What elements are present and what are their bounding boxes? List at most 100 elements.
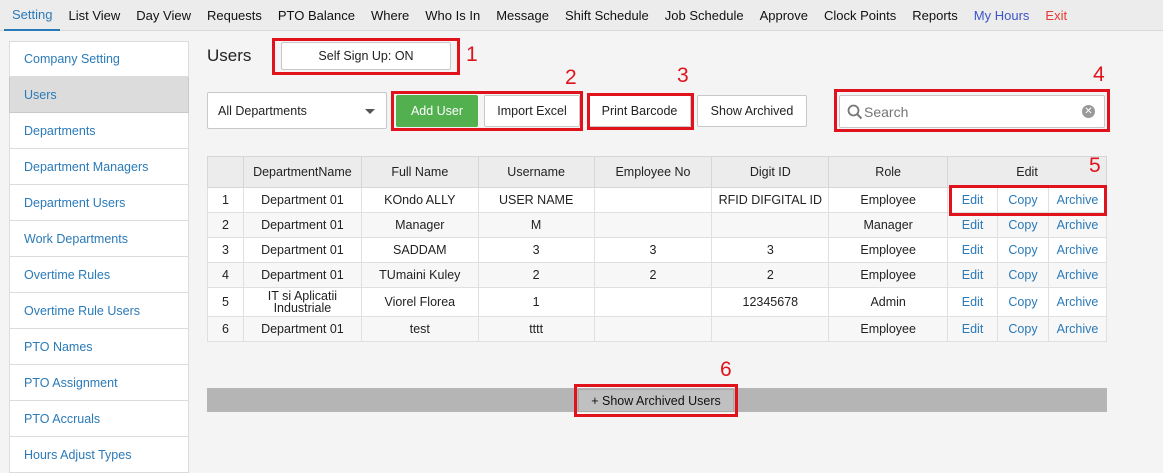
cell-num: 1 [207, 187, 244, 213]
nav-exit[interactable]: Exit [1037, 0, 1075, 31]
sidebar-item-work-departments[interactable]: Work Departments [9, 221, 189, 257]
edit-link[interactable]: Edit [947, 237, 999, 263]
nav-who-is-in[interactable]: Who Is In [417, 0, 488, 31]
archive-link[interactable]: Archive [1047, 237, 1108, 263]
cell-employee-no: 2 [593, 262, 713, 288]
cell-full-name: test [360, 316, 479, 342]
nav-clock-points[interactable]: Clock Points [816, 0, 904, 31]
cell-digit-id: RFID DIFGITAL ID [711, 187, 830, 213]
cell-full-name: SADDAM [360, 237, 479, 263]
sidebar-item-department-managers[interactable]: Department Managers [9, 149, 189, 185]
nav-setting[interactable]: Setting [4, 0, 61, 31]
table-header-row: DepartmentName Full Name Username Employee … [207, 156, 1107, 188]
cell-username: M [477, 212, 595, 238]
sidebar-item-overtime-rules[interactable]: Overtime Rules [9, 257, 189, 293]
copy-link[interactable]: Copy [997, 287, 1049, 317]
sidebar-item-pto-accruals[interactable]: PTO Accruals [9, 401, 189, 437]
cell-role: Employee [828, 237, 949, 263]
table-row: 5 IT si Aplicatii Industriale Viorel Flore… [207, 287, 1108, 317]
top-nav: Setting List View Day View Requests PTO Bala… [0, 0, 1163, 31]
nav-my-hours[interactable]: My Hours [966, 0, 1038, 31]
cell-employee-no: 3 [593, 237, 713, 263]
table-row: 3 Department 01 SADDAM 3 3 3 Employee Edit Copy A… [207, 237, 1108, 263]
cell-department: Department 01 [242, 187, 362, 213]
cell-department: Department 01 [242, 316, 362, 342]
nav-pto-balance[interactable]: PTO Balance [270, 0, 363, 31]
annotation-box-5 [949, 185, 1107, 216]
sidebar-item-pto-assignment[interactable]: PTO Assignment [9, 365, 189, 401]
sidebar-item-users[interactable]: Users [9, 77, 189, 113]
nav-shift-schedule[interactable]: Shift Schedule [557, 0, 657, 31]
cell-digit-id: 12345678 [711, 287, 830, 317]
settings-sidebar: Company Setting Users Departments Departmen… [9, 41, 189, 473]
archive-link[interactable]: Archive [1047, 316, 1108, 342]
column-header [207, 156, 244, 188]
annotation-box-3 [587, 93, 694, 130]
cell-full-name: KOndo ALLY [360, 187, 479, 213]
cell-role: Employee [828, 187, 949, 213]
cell-digit-id: 2 [711, 262, 830, 288]
table-row: 6 Department 01 test tttt Employee Edit Copy Ar… [207, 316, 1108, 342]
copy-link[interactable]: Copy [997, 316, 1049, 342]
sidebar-item-department-users[interactable]: Department Users [9, 185, 189, 221]
nav-job-schedule[interactable]: Job Schedule [657, 0, 752, 31]
cell-username: tttt [477, 316, 595, 342]
edit-link[interactable]: Edit [947, 212, 999, 238]
annotation-label-2: 2 [565, 66, 577, 89]
column-header: Role [828, 156, 949, 188]
nav-reports[interactable]: Reports [904, 0, 966, 31]
edit-link[interactable]: Edit [947, 287, 999, 317]
annotation-label-3: 3 [677, 64, 689, 87]
sidebar-item-hours-adjust-types[interactable]: Hours Adjust Types [9, 437, 189, 473]
annotation-label-4: 4 [1093, 63, 1105, 86]
cell-department: IT si Aplicatii Industriale [242, 287, 362, 317]
annotation-label-5: 5 [1089, 154, 1101, 177]
copy-link[interactable]: Copy [997, 212, 1049, 238]
archive-link[interactable]: Archive [1047, 262, 1108, 288]
cell-role: Manager [828, 212, 949, 238]
cell-role: Admin [828, 287, 949, 317]
cell-employee-no [593, 316, 713, 342]
cell-full-name: Viorel Florea [360, 287, 479, 317]
users-table: DepartmentName Full Name Username Employee … [207, 156, 1108, 342]
annotation-label-6: 6 [720, 358, 732, 381]
cell-employee-no [593, 287, 713, 317]
cell-department: Department 01 [242, 237, 362, 263]
cell-num: 3 [207, 237, 244, 263]
nav-requests[interactable]: Requests [199, 0, 270, 31]
cell-full-name: Manager [360, 212, 479, 238]
sidebar-item-pto-names[interactable]: PTO Names [9, 329, 189, 365]
cell-num: 6 [207, 316, 244, 342]
column-header: Full Name [360, 156, 479, 188]
cell-username: 1 [477, 287, 595, 317]
show-archived-button[interactable]: Show Archived [697, 95, 807, 127]
column-header: Employee No [593, 156, 713, 188]
copy-link[interactable]: Copy [997, 262, 1049, 288]
column-header: DepartmentName [242, 156, 362, 188]
table-row: 4 Department 01 TUmaini Kuley 2 2 2 Employee Ed… [207, 262, 1108, 288]
cell-full-name: TUmaini Kuley [360, 262, 479, 288]
department-select-value: All Departments [218, 103, 307, 118]
cell-username: 2 [477, 262, 595, 288]
cell-username: 3 [477, 237, 595, 263]
sidebar-item-overtime-rule-users[interactable]: Overtime Rule Users [9, 293, 189, 329]
archive-link[interactable]: Archive [1047, 287, 1108, 317]
edit-link[interactable]: Edit [947, 316, 999, 342]
nav-day-view[interactable]: Day View [128, 0, 199, 31]
sidebar-item-departments[interactable]: Departments [9, 113, 189, 149]
cell-digit-id [711, 316, 830, 342]
cell-role: Employee [828, 262, 949, 288]
table-row: 2 Department 01 Manager M Manager Edit Copy Arc… [207, 212, 1108, 238]
nav-message[interactable]: Message [488, 0, 557, 31]
copy-link[interactable]: Copy [997, 237, 1049, 263]
archive-link[interactable]: Archive [1047, 212, 1108, 238]
sidebar-item-company-setting[interactable]: Company Setting [9, 41, 189, 77]
page-title: Users [207, 46, 252, 65]
department-select[interactable]: All Departments [207, 92, 387, 129]
nav-approve[interactable]: Approve [752, 0, 816, 31]
column-header: Edit [947, 156, 1107, 188]
edit-link[interactable]: Edit [947, 262, 999, 288]
cell-department: Department 01 [242, 212, 362, 238]
nav-list-view[interactable]: List View [60, 0, 128, 31]
nav-where[interactable]: Where [363, 0, 417, 31]
